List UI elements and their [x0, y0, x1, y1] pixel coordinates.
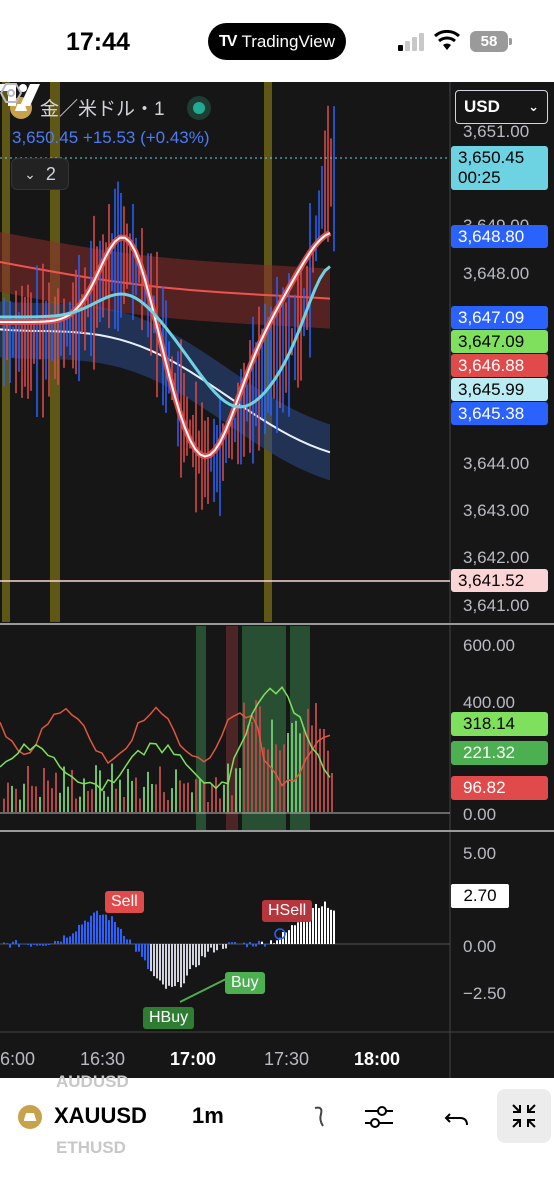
collapse-arrows-icon [512, 1104, 536, 1128]
volume-value-tag: 221.32 [451, 741, 548, 765]
buy-signal-label: Buy [225, 972, 265, 994]
indicator-price-tag: 3,648.80 [451, 225, 548, 248]
price-axis-tick: 3,643.00 [463, 501, 530, 520]
price-axis-tick: 3,641.00 [463, 596, 530, 615]
indicator-price-tag: 3,646.88 [451, 354, 548, 377]
chart-settings-icon[interactable] [0, 82, 22, 104]
tradingview-pill[interactable]: TV TradingView [208, 23, 346, 60]
oscillator-axis-tick: −2.50 [463, 984, 507, 1003]
price-change: 3,650.45 +15.53 (+0.43%) [12, 128, 210, 147]
price-axis-tick: 3,644.00 [463, 454, 530, 473]
volume-axis-tick: 600.00 [463, 636, 515, 655]
indicator-price-tag: 3,645.38 [451, 402, 548, 425]
oscillator-value-tag: 2.70 [451, 884, 509, 908]
volume-axis-tick: 400.00 [463, 693, 515, 712]
interval-selector[interactable]: 1m [192, 1103, 224, 1129]
time-axis-tick: 16:30 [80, 1049, 126, 1069]
hbuy-signal-label: HBuy [143, 1007, 195, 1029]
ghost-symbol-below: ETHUSD [56, 1138, 126, 1157]
indicator-price-tag: 3,647.09 [451, 306, 548, 329]
indicators-icon[interactable] [303, 1100, 337, 1134]
time-axis-tick: 6:00 [0, 1049, 36, 1069]
indicator-price-tag: 3,647.09 [451, 330, 548, 353]
cellular-signal-icon [398, 33, 424, 51]
undo-icon[interactable] [440, 1100, 474, 1134]
tradingview-pill-label: TradingView [241, 31, 335, 51]
gold-bar-icon [18, 1105, 42, 1129]
battery-indicator: 58 [470, 31, 512, 52]
last-price-tag: 3,650.45 00:25 [451, 146, 548, 190]
currency-select[interactable]: USD ⌄ [455, 90, 548, 124]
tradingview-logo-icon: TV [218, 32, 238, 50]
volume-value-tag: 96.82 [451, 776, 548, 800]
oscillator-axis-tick: 0.00 [463, 937, 497, 956]
time-axis-tick: 17:30 [264, 1049, 310, 1069]
hsell-signal-label: HSell [262, 900, 313, 922]
buy-signal-connector [179, 976, 231, 1003]
sell-signal-label: Sell [105, 891, 144, 913]
indicator-count: 2 [45, 163, 56, 184]
indicator-collapse-button[interactable]: ⌄ 2 [11, 158, 69, 190]
price-axis-tick: 3,651.00 [463, 122, 530, 141]
price-axis-tick: 3,642.00 [463, 548, 530, 567]
symbol-title: 金／米ドル・1 [40, 99, 165, 120]
chevron-down-icon: ⌄ [528, 99, 539, 114]
status-time: 17:44 [66, 28, 130, 56]
market-open-icon [186, 95, 211, 120]
currency-value: USD [464, 97, 500, 116]
chart-settings-sliders-icon[interactable] [362, 1100, 396, 1134]
last-price-value: 3,650.45 [458, 148, 525, 167]
bottom-toolbar: AUDUSD XAUUSD 1m ETHUSD [0, 1072, 554, 1200]
time-axis-tick: 18:00 [354, 1049, 401, 1069]
volume-axis-tick: 0.00 [463, 805, 497, 824]
chart-area[interactable]: 金／米ドル・1 3,650.45 +15.53 (+0.43%) ⌄ 2 USD… [0, 82, 554, 1078]
chevron-down-icon: ⌄ [24, 165, 36, 182]
price-axis-tick: 3,648.00 [463, 264, 530, 283]
exit-fullscreen-button[interactable] [497, 1089, 551, 1143]
oscillator-axis-tick: 5.00 [463, 844, 497, 863]
bar-countdown: 00:25 [458, 168, 501, 187]
volume-value-tag: 318.14 [451, 712, 548, 736]
time-axis-tick: 17:00 [170, 1049, 217, 1069]
low-line-price-tag: 3,641.52 [451, 569, 548, 592]
wifi-icon [434, 30, 460, 50]
indicator-price-tag: 3,645.99 [451, 378, 548, 401]
ghost-symbol-above: AUDUSD [56, 1072, 129, 1091]
status-bar: 17:44 TV TradingView 58 [0, 0, 554, 82]
symbol-selector[interactable]: XAUUSD [54, 1103, 147, 1129]
